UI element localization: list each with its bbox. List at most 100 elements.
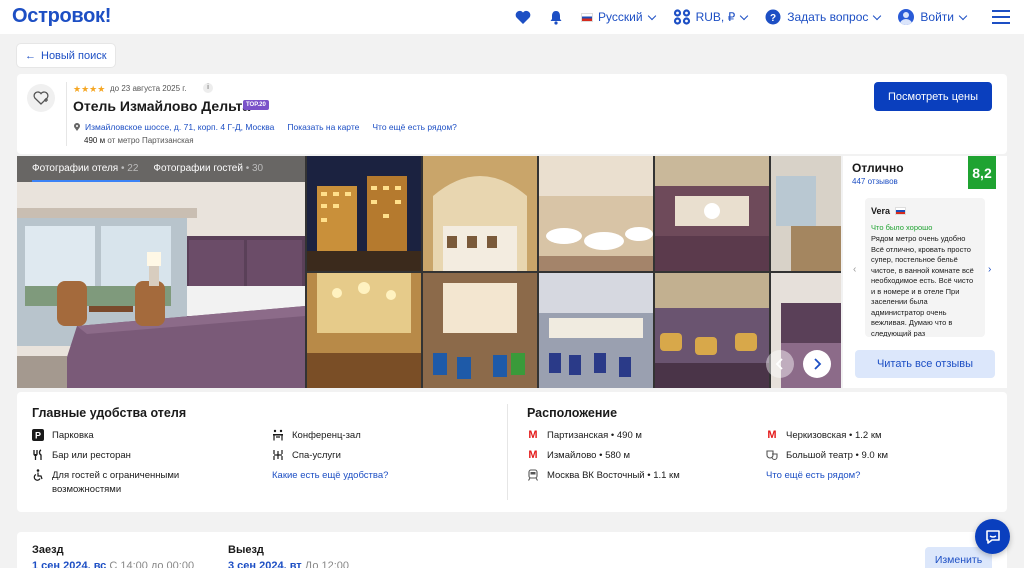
tab-guest-photos[interactable]: Фотографии гостей • 30 [153,156,263,182]
new-search-label: Новый поиск [41,49,107,62]
whats-nearby-link-2[interactable]: Что ещё есть рядом? [766,470,860,481]
hamburger-icon [992,10,1010,24]
location-item: Большой театр • 9.0 км [766,449,888,463]
favorites-button[interactable] [515,10,531,24]
logo[interactable]: Островок! [12,5,111,28]
gallery-thumbnail[interactable] [423,273,537,388]
rating-panel: Отлично 447 отзывов 8,2 ‹ Vera Что было … [843,156,1007,388]
location-label: Черкизовская • 1.2 км [786,430,882,441]
notifications-button[interactable] [549,10,563,25]
tab-guest-photos-count: 30 [252,163,264,174]
checkout-date: 3 сен 2024, вт [228,560,302,568]
bell-icon [550,10,562,25]
chat-button[interactable] [975,519,1010,554]
gallery-thumbnail[interactable] [307,273,421,388]
review-text: Рядом метро очень удобно Всё отлично, кр… [871,234,974,337]
parking-icon: P [32,429,44,441]
conference-icon [272,429,284,441]
review-good-label: Что было хорошо [871,223,933,232]
amenity-item: Для гостей с ограниченными возможностями [32,469,202,496]
chat-icon [985,529,1000,544]
login-menu[interactable]: Войти [898,9,968,25]
amenity-label: Конференц-зал [292,430,361,441]
review-next-button[interactable]: › [988,264,991,275]
language-label: Русский [598,10,643,24]
metro-icon: M [767,429,777,441]
gallery-prev-button[interactable] [766,350,794,378]
tab-hotel-photos-label: Фотографии отеля [32,163,119,174]
gallery-thumbnail[interactable] [655,156,769,271]
gallery-thumbnail[interactable] [771,156,841,271]
heart-plus-icon [33,91,49,105]
metro-station-text: от метро Партизанская [107,136,194,145]
train-icon [527,469,539,481]
checkin-value[interactable]: 1 сен 2024, вс С 14:00 до 00:00 [32,560,194,568]
review-prev-button[interactable]: ‹ [853,264,856,275]
arrow-left-icon: ← [25,49,36,62]
hotel-name: Отель Измайлово Дельта [73,98,251,114]
amenity-label: Для гостей с ограниченными возможностями [52,470,180,495]
gallery-tabs: Фотографии отеля • 22 Фотографии гостей … [17,156,305,182]
amenity-item: P Парковка [32,429,94,443]
divider [66,82,67,146]
amenities-title: Главные удобства отеля [32,406,187,420]
metro-distance: 490 м [84,136,106,145]
more-amenities-link[interactable]: Какие есть ещё удобства? [272,470,388,481]
amenity-item: Спа-услуги [272,449,341,463]
checkout-value[interactable]: 3 сен 2024, вт До 12:00 [228,560,349,568]
spa-icon [272,449,284,461]
location-label: Измайлово • 580 м [547,450,631,461]
location-item: M Измайлово • 580 м [527,449,630,463]
hotel-header-card: ★★★★ до 23 августа 2025 г. i Отель Измай… [17,74,1007,154]
menu-button[interactable] [992,10,1010,24]
hotel-address[interactable]: Измайловское шоссе, д. 71, корп. 4 Г-Д, … [85,122,274,132]
gallery-thumbnail[interactable] [539,273,653,388]
main-photo[interactable] [17,156,305,388]
photo-gallery: Фотографии отеля • 22 Фотографии гостей … [17,156,841,388]
view-prices-button[interactable]: Посмотреть цены [874,82,992,111]
location-item: M Черкизовская • 1.2 км [766,429,882,443]
chevron-left-icon: ‹ [853,264,857,275]
checkout-label: Выезд [228,544,264,556]
accessibility-icon [32,469,44,481]
russia-flag-icon [581,12,594,22]
read-all-reviews-button[interactable]: Читать все отзывы [855,350,995,378]
metro-icon: M [528,429,538,441]
language-selector[interactable]: Русский [581,10,656,24]
chevron-down-icon [647,11,656,20]
avatar [898,9,915,25]
location-item: Москва ВК Восточный • 1.1 км [527,469,680,483]
chevron-down-icon [873,11,882,20]
gallery-thumbnail[interactable] [423,156,537,271]
hotel-stars: ★★★★ [73,84,106,94]
svg-text:?: ? [770,13,776,24]
add-to-favorites-button[interactable] [27,84,55,112]
chevron-left-icon [775,358,783,370]
tab-hotel-photos-count: 22 [127,163,139,174]
gallery-thumbnail[interactable] [539,156,653,271]
gallery-next-button[interactable] [803,350,831,378]
currency-selector[interactable]: RUB, ₽ [673,9,749,25]
location-pin-icon [74,123,80,131]
question-icon: ? [765,9,781,25]
header-nav: Русский RUB, ₽ ? Задать вопрос Войти [515,0,1024,34]
reviews-count-link[interactable]: 447 отзывов [852,177,898,186]
info-icon[interactable]: i [203,83,213,93]
rating-valid-until: до 23 августа 2025 г. [110,84,187,93]
whats-nearby-link[interactable]: Что ещё есть рядом? [372,122,457,132]
amenity-item: Бар или ресторан [32,449,131,463]
new-search-button[interactable]: ← Новый поиск [17,44,115,67]
help-menu[interactable]: ? Задать вопрос [765,9,882,25]
heart-icon [515,10,531,24]
checkin-date: 1 сен 2024, вс [32,560,107,568]
review-card: Vera Что было хорошо Рядом метро очень у… [865,198,985,337]
gallery-thumbnail[interactable] [655,273,769,388]
checkin-time: С 14:00 до 00:00 [109,560,195,568]
gallery-thumbnail[interactable] [307,156,421,271]
checkout-time: До 12:00 [304,560,350,568]
show-on-map-link[interactable]: Показать на карте [287,122,359,132]
chevron-down-icon [739,11,749,20]
tab-hotel-photos[interactable]: Фотографии отеля • 22 [32,156,141,182]
amenity-item: Конференц-зал [272,429,361,443]
location-item: M Партизанская • 490 м [527,429,642,443]
